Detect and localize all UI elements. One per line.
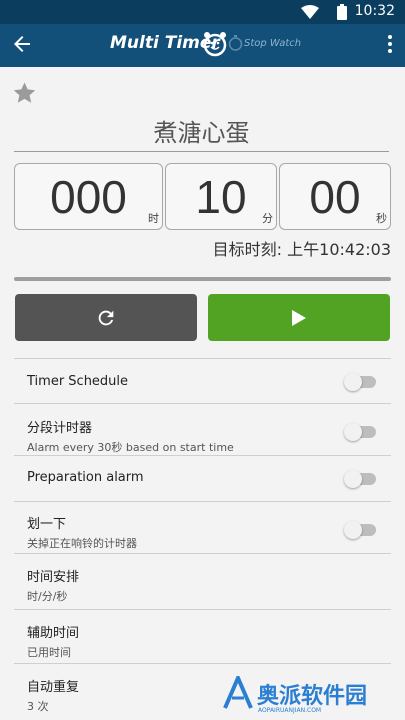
setting-label: Preparation alarm bbox=[27, 470, 144, 485]
stopwatch-label[interactable]: Stop Watch bbox=[244, 38, 301, 49]
reset-button[interactable] bbox=[15, 294, 197, 341]
timer-name[interactable]: 煮溏心蛋 bbox=[14, 112, 389, 152]
watermark: 奥派软件园 AOPAIRUANJIAN.COM bbox=[222, 672, 367, 714]
setting-interval-timer[interactable]: 分段计时器 Alarm every 30秒 based on start tim… bbox=[14, 403, 391, 455]
battery-icon bbox=[337, 4, 347, 20]
setting-label: 分段计时器 bbox=[27, 421, 93, 436]
setting-swipe[interactable]: 划一下 关掉正在响铃的计时器 bbox=[14, 501, 391, 553]
start-button[interactable] bbox=[208, 294, 390, 341]
minutes-unit: 分 bbox=[262, 212, 273, 225]
watermark-logo-icon bbox=[223, 672, 253, 709]
hours-unit: 时 bbox=[148, 212, 159, 225]
setting-label: Timer Schedule bbox=[27, 374, 129, 389]
favorite-star-icon[interactable] bbox=[12, 81, 37, 105]
swipe-toggle[interactable] bbox=[344, 521, 376, 539]
setting-sub: 已用时间 bbox=[27, 646, 71, 659]
setting-sub: Alarm every 30秒 based on start time bbox=[27, 441, 234, 454]
seconds-value: 00 bbox=[309, 171, 361, 223]
setting-sub: 关掉正在响铃的计时器 bbox=[27, 537, 137, 550]
setting-label: 时间安排 bbox=[27, 570, 80, 585]
status-bar: 10:32 bbox=[0, 0, 405, 24]
preparation-alarm-toggle[interactable] bbox=[344, 470, 376, 488]
refresh-icon bbox=[98, 310, 114, 325]
setting-preparation-alarm[interactable]: Preparation alarm bbox=[14, 455, 391, 501]
timer-schedule-toggle[interactable] bbox=[344, 373, 376, 391]
app-bar: Multi Timer Stop Watch bbox=[0, 24, 405, 67]
seconds-unit: 秒 bbox=[376, 212, 387, 225]
hours-value: 000 bbox=[50, 171, 127, 223]
settings-list: Timer Schedule 分段计时器 Alarm every 30秒 bas… bbox=[14, 358, 391, 719]
setting-sub: 时/分/秒 bbox=[27, 590, 68, 603]
progress-divider bbox=[14, 277, 391, 281]
watermark-sub: AOPAIRUANJIAN.COM bbox=[258, 707, 322, 714]
seconds-display[interactable]: 00 秒 bbox=[279, 163, 391, 230]
watermark-text: 奥派软件园 bbox=[257, 684, 368, 709]
alarm-clock-icon bbox=[203, 32, 227, 57]
wifi-icon bbox=[301, 5, 319, 19]
setting-label: 辅助时间 bbox=[27, 626, 80, 641]
setting-time-arrangement[interactable]: 时间安排 时/分/秒 bbox=[14, 553, 391, 609]
setting-auxiliary-time[interactable]: 辅助时间 已用时间 bbox=[14, 609, 391, 663]
setting-timer-schedule[interactable]: Timer Schedule bbox=[14, 358, 391, 403]
setting-label: 划一下 bbox=[27, 517, 67, 532]
play-icon bbox=[292, 309, 306, 326]
target-time: 目标时刻: 上午10:42:03 bbox=[212, 240, 391, 259]
back-arrow-icon[interactable] bbox=[10, 32, 34, 56]
hours-display[interactable]: 000 时 bbox=[14, 163, 163, 230]
interval-timer-toggle[interactable] bbox=[344, 423, 376, 441]
minutes-value: 10 bbox=[195, 171, 247, 223]
status-time: 10:32 bbox=[354, 3, 395, 19]
minutes-display[interactable]: 10 分 bbox=[165, 163, 277, 230]
stopwatch-icon[interactable] bbox=[228, 35, 243, 51]
overflow-menu-icon[interactable] bbox=[387, 35, 393, 55]
